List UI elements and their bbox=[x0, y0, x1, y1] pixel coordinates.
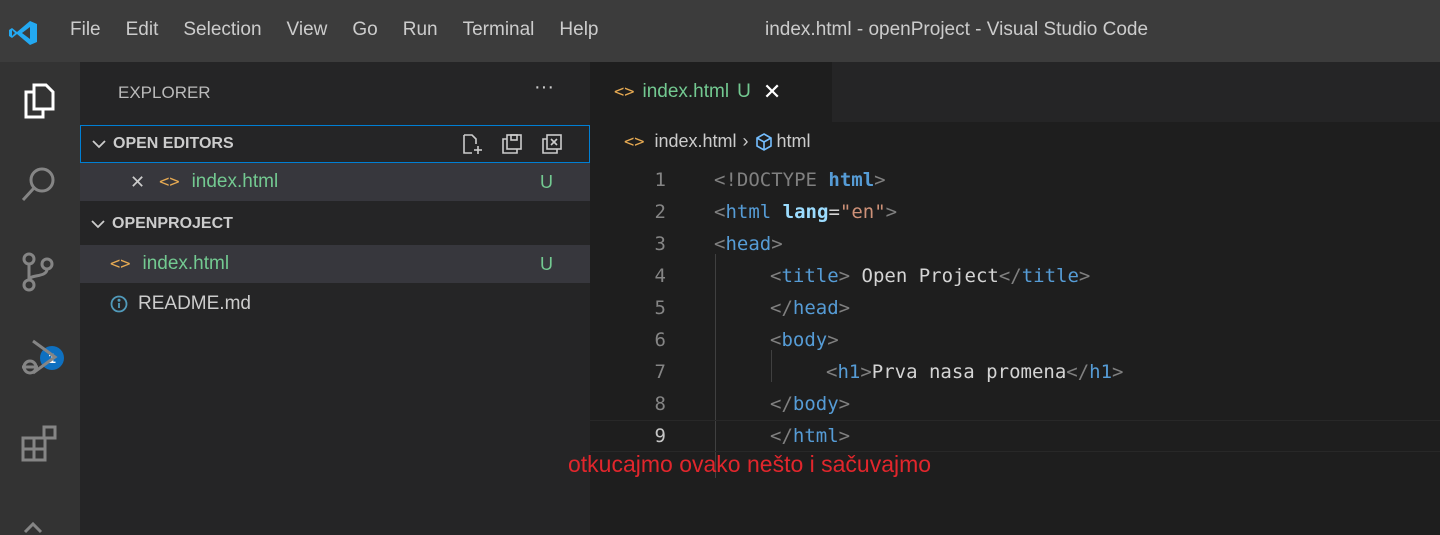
activity-bar: 1 bbox=[0, 62, 80, 535]
menu-file[interactable]: File bbox=[70, 19, 101, 41]
new-untitled-file-icon[interactable] bbox=[461, 133, 483, 155]
tutorial-annotation: otkucajmo ovako nešto i sačuvajmo bbox=[568, 451, 932, 477]
run-debug-icon[interactable] bbox=[14, 332, 64, 382]
menu-bar: File Edit Selection View Go Run Terminal… bbox=[70, 19, 624, 41]
code-line: 2 <html lang="en"> bbox=[654, 201, 898, 223]
tab-git-status: U bbox=[737, 81, 751, 102]
info-icon bbox=[110, 295, 128, 313]
menu-edit[interactable]: Edit bbox=[126, 19, 159, 41]
file-name: README.md bbox=[138, 293, 251, 314]
file-name: index.html bbox=[142, 253, 230, 274]
line-number: 9 bbox=[654, 425, 666, 447]
menu-go[interactable]: Go bbox=[352, 19, 377, 41]
save-all-icon[interactable] bbox=[501, 133, 523, 155]
git-status-badge: U bbox=[540, 171, 553, 192]
explorer-sidebar: EXPLORER ··· OPEN EDITORS ✕ <> index.htm… bbox=[80, 62, 590, 535]
menu-terminal[interactable]: Terminal bbox=[463, 19, 535, 41]
vscode-logo-icon[interactable] bbox=[8, 20, 38, 46]
git-status-badge: U bbox=[540, 253, 553, 274]
close-icon[interactable]: ✕ bbox=[763, 79, 781, 105]
tab-index-html[interactable]: <> index.html U ✕ bbox=[590, 62, 832, 122]
code-line: 1 <!DOCTYPE html> bbox=[654, 169, 886, 191]
code-line: 7 <h1>Prva nasa promena</h1> bbox=[654, 361, 1124, 383]
window-title: index.html - openProject - Visual Studio… bbox=[765, 19, 1149, 40]
menu-help[interactable]: Help bbox=[559, 19, 598, 41]
open-editors-label: OPEN EDITORS bbox=[113, 135, 234, 152]
chevron-down-icon bbox=[91, 220, 105, 229]
line-number: 1 bbox=[654, 169, 666, 191]
chevron-down-icon bbox=[92, 140, 106, 149]
line-number: 5 bbox=[654, 297, 666, 319]
code-line: 4 <title> Open Project</title> bbox=[654, 265, 1091, 287]
symbol-element-icon bbox=[755, 132, 772, 151]
open-editors-header[interactable]: OPEN EDITORS bbox=[80, 125, 590, 163]
file-item-index-html[interactable]: <> index.html U bbox=[80, 245, 590, 283]
html-file-icon: <> bbox=[159, 172, 180, 192]
open-editors-actions bbox=[461, 133, 563, 155]
breadcrumb-file[interactable]: index.html bbox=[654, 131, 736, 152]
extensions-icon[interactable] bbox=[14, 419, 64, 469]
remote-icon[interactable] bbox=[14, 507, 64, 535]
tab-strip: <> index.html U ✕ bbox=[590, 62, 1440, 122]
breadcrumb-separator: › bbox=[742, 131, 749, 151]
title-bar: File Edit Selection View Go Run Terminal… bbox=[0, 0, 1440, 62]
line-number: 8 bbox=[654, 393, 666, 415]
explorer-more-actions-button[interactable]: ··· bbox=[534, 76, 554, 99]
search-icon[interactable] bbox=[14, 159, 64, 209]
html-file-icon: <> bbox=[614, 82, 635, 102]
code-line: 6 <body> bbox=[654, 329, 839, 351]
html-file-icon: <> bbox=[110, 254, 131, 274]
line-number: 3 bbox=[654, 233, 666, 255]
html-file-icon: <> bbox=[624, 131, 645, 152]
line-number: 4 bbox=[654, 265, 666, 287]
openproject-header[interactable]: OPENPROJECT bbox=[80, 205, 590, 243]
code-line: 3 <head> bbox=[654, 233, 783, 255]
tab-filename: index.html bbox=[642, 81, 730, 102]
open-editor-filename: index.html bbox=[191, 171, 279, 192]
code-line: 8 </body> bbox=[654, 393, 851, 415]
code-line: 5 </head> bbox=[654, 297, 851, 319]
source-control-icon[interactable] bbox=[14, 247, 64, 297]
file-item-readme[interactable]: README.md bbox=[80, 285, 590, 323]
menu-run[interactable]: Run bbox=[403, 19, 438, 41]
close-icon[interactable]: ✕ bbox=[130, 172, 145, 193]
openproject-label: OPENPROJECT bbox=[112, 215, 233, 232]
close-all-editors-icon[interactable] bbox=[541, 133, 563, 155]
line-number: 7 bbox=[654, 361, 666, 383]
breadcrumb: <> index.html › html bbox=[624, 131, 811, 152]
explorer-icon[interactable] bbox=[14, 76, 64, 126]
line-number: 6 bbox=[654, 329, 666, 351]
code-line-current: 9 </html> bbox=[590, 420, 1440, 452]
line-number: 2 bbox=[654, 201, 666, 223]
open-editor-item[interactable]: ✕ <> index.html U bbox=[80, 163, 590, 201]
breadcrumb-symbol[interactable]: html bbox=[777, 131, 811, 152]
menu-view[interactable]: View bbox=[287, 19, 328, 41]
explorer-title: EXPLORER bbox=[118, 83, 211, 102]
menu-selection[interactable]: Selection bbox=[183, 19, 261, 41]
